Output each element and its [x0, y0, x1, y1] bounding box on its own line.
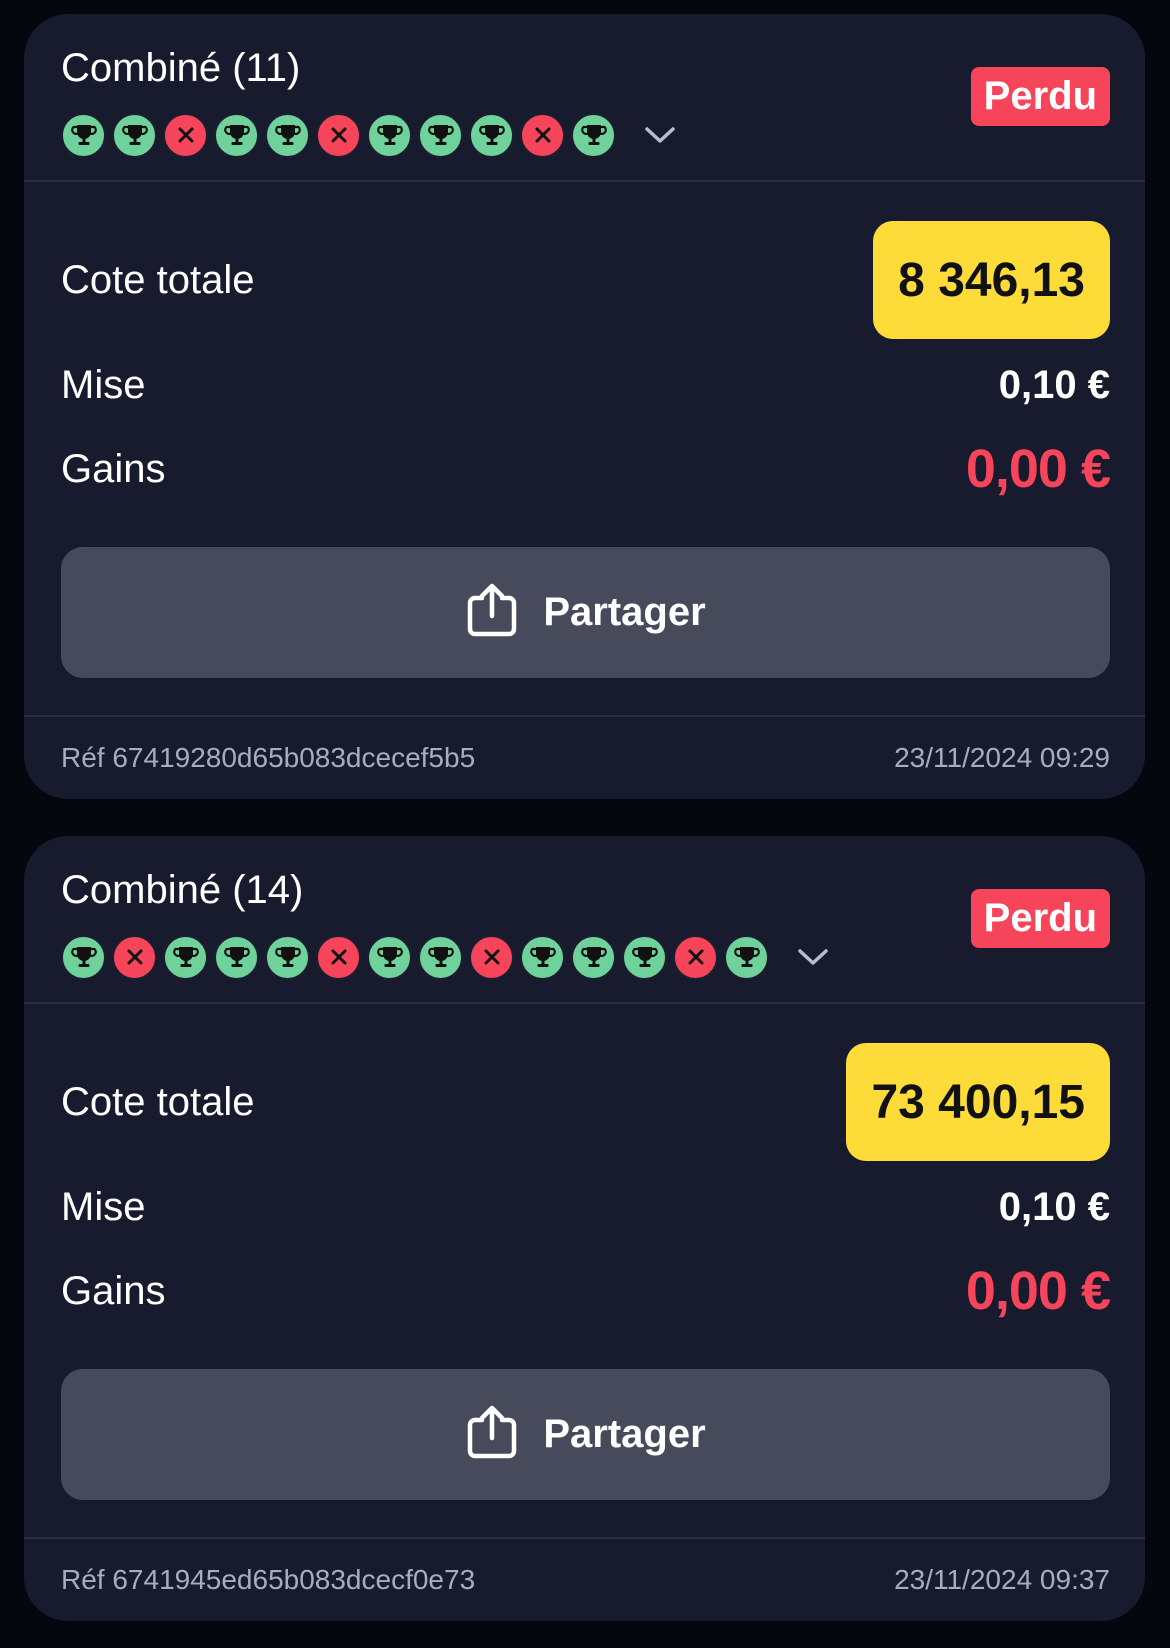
bet-reference: Réf 6741945ed65b083dcecf0e73: [61, 1564, 476, 1595]
bet-reference: Réf 67419280d65b083dcecef5b5: [61, 742, 476, 773]
bet-card-header: Combiné (14) Perdu: [24, 836, 1145, 1004]
leg-won-trophy-icon: [367, 112, 412, 158]
bet-datetime: 23/11/2024 09:37: [894, 1564, 1110, 1595]
odds-row: Cote totale 73 400,15: [61, 1043, 1110, 1161]
leg-lost-cross-icon: [520, 112, 565, 158]
share-icon: [465, 582, 519, 643]
share-label: Partager: [543, 1412, 706, 1456]
leg-lost-cross-icon: [163, 112, 208, 158]
bet-footer: Réf 67419280d65b083dcecef5b5 23/11/2024 …: [24, 715, 1145, 799]
bet-title: Combiné (14): [61, 868, 304, 912]
bet-datetime: 23/11/2024 09:29: [894, 742, 1110, 773]
leg-lost-cross-icon: [673, 934, 718, 980]
leg-won-trophy-icon: [418, 934, 463, 980]
leg-won-trophy-icon: [571, 112, 616, 158]
odds-value: 73 400,15: [846, 1043, 1110, 1161]
leg-won-trophy-icon: [265, 112, 310, 158]
status-badge: Perdu: [970, 67, 1110, 126]
leg-won-trophy-icon: [724, 934, 769, 980]
stake-row: Mise 0,10 €: [61, 357, 1110, 413]
leg-won-trophy-icon: [112, 112, 157, 158]
winnings-value: 0,00 €: [965, 1261, 1111, 1321]
leg-won-trophy-icon: [469, 112, 514, 158]
leg-won-trophy-icon: [61, 112, 106, 158]
odds-value: 8 346,13: [873, 221, 1110, 339]
bet-card: Combiné (11) Perdu Cote totale 8 346,13 …: [24, 14, 1145, 799]
chevron-down-icon[interactable]: [640, 115, 680, 155]
bet-footer: Réf 6741945ed65b083dcecf0e73 23/11/2024 …: [24, 1537, 1145, 1621]
odds-label: Cote totale: [61, 257, 255, 302]
leg-won-trophy-icon: [214, 112, 259, 158]
leg-won-trophy-icon: [61, 934, 106, 980]
stake-label: Mise: [61, 1184, 146, 1229]
bet-legs[interactable]: [61, 112, 680, 158]
leg-won-trophy-icon: [418, 112, 463, 158]
leg-lost-cross-icon: [316, 112, 361, 158]
leg-won-trophy-icon: [622, 934, 667, 980]
leg-won-trophy-icon: [571, 934, 616, 980]
leg-won-trophy-icon: [265, 934, 310, 980]
leg-won-trophy-icon: [214, 934, 259, 980]
leg-lost-cross-icon: [316, 934, 361, 980]
odds-row: Cote totale 8 346,13: [61, 221, 1110, 339]
winnings-label: Gains: [61, 1268, 166, 1313]
winnings-label: Gains: [61, 446, 166, 491]
share-button[interactable]: Partager: [61, 547, 1110, 678]
leg-won-trophy-icon: [367, 934, 412, 980]
share-icon: [465, 1404, 519, 1465]
winnings-value: 0,00 €: [965, 439, 1111, 499]
stake-value: 0,10 €: [998, 362, 1110, 407]
stake-label: Mise: [61, 362, 146, 407]
stake-value: 0,10 €: [998, 1184, 1110, 1229]
bet-legs[interactable]: [61, 934, 833, 980]
leg-lost-cross-icon: [112, 934, 157, 980]
bet-title: Combiné (11): [61, 46, 301, 90]
share-button[interactable]: Partager: [61, 1369, 1110, 1500]
bet-card: Combiné (14) Perdu Cote totale 73 400,15…: [24, 836, 1145, 1621]
winnings-row: Gains 0,00 €: [61, 1261, 1111, 1321]
chevron-down-icon[interactable]: [793, 937, 833, 977]
status-badge: Perdu: [970, 889, 1110, 948]
share-label: Partager: [543, 590, 706, 634]
stake-row: Mise 0,10 €: [61, 1179, 1110, 1235]
winnings-row: Gains 0,00 €: [61, 439, 1111, 499]
leg-lost-cross-icon: [469, 934, 514, 980]
bet-card-header: Combiné (11) Perdu: [24, 14, 1145, 182]
leg-won-trophy-icon: [163, 934, 208, 980]
leg-won-trophy-icon: [520, 934, 565, 980]
odds-label: Cote totale: [61, 1079, 255, 1124]
